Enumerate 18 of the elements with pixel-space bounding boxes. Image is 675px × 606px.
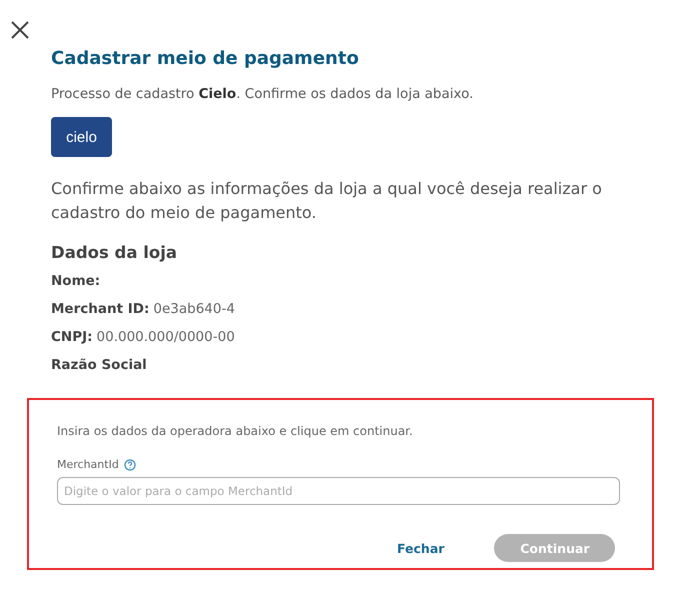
description-text: Confirme abaixo as informações da loja a qual você deseja realizar o cadastro do meio de pagamento. (51, 178, 603, 224)
field-label: Nome: (51, 273, 100, 290)
instruction-text: Insira os dados da operadora abaixo e clique em continuar. (57, 424, 414, 438)
help-icon[interactable] (124, 458, 136, 470)
field-label: Merchant ID: (51, 301, 150, 318)
dialog-title: Cadastrar meio de pagamento (51, 48, 359, 69)
merchant-id-field[interactable]: Digite o valor para o campo MerchantId (57, 477, 620, 505)
cielo-logo: cielo (51, 117, 112, 157)
field-label: Razão Social (51, 357, 147, 374)
close-icon (10, 20, 30, 40)
close-link[interactable]: Fechar (397, 540, 444, 556)
field-value: 0e3ab640-4 (153, 301, 235, 318)
field-value: 00.000.000/0000-00 (96, 329, 235, 346)
close-button[interactable] (10, 20, 30, 40)
field-label: CNPJ: (51, 329, 93, 346)
field-label: MerchantId (57, 458, 119, 471)
section-heading: Dados da loja (51, 243, 178, 262)
intro-text: Processo de cadastro Cielo. Confirme os dados da loja abaixo. (51, 86, 474, 102)
